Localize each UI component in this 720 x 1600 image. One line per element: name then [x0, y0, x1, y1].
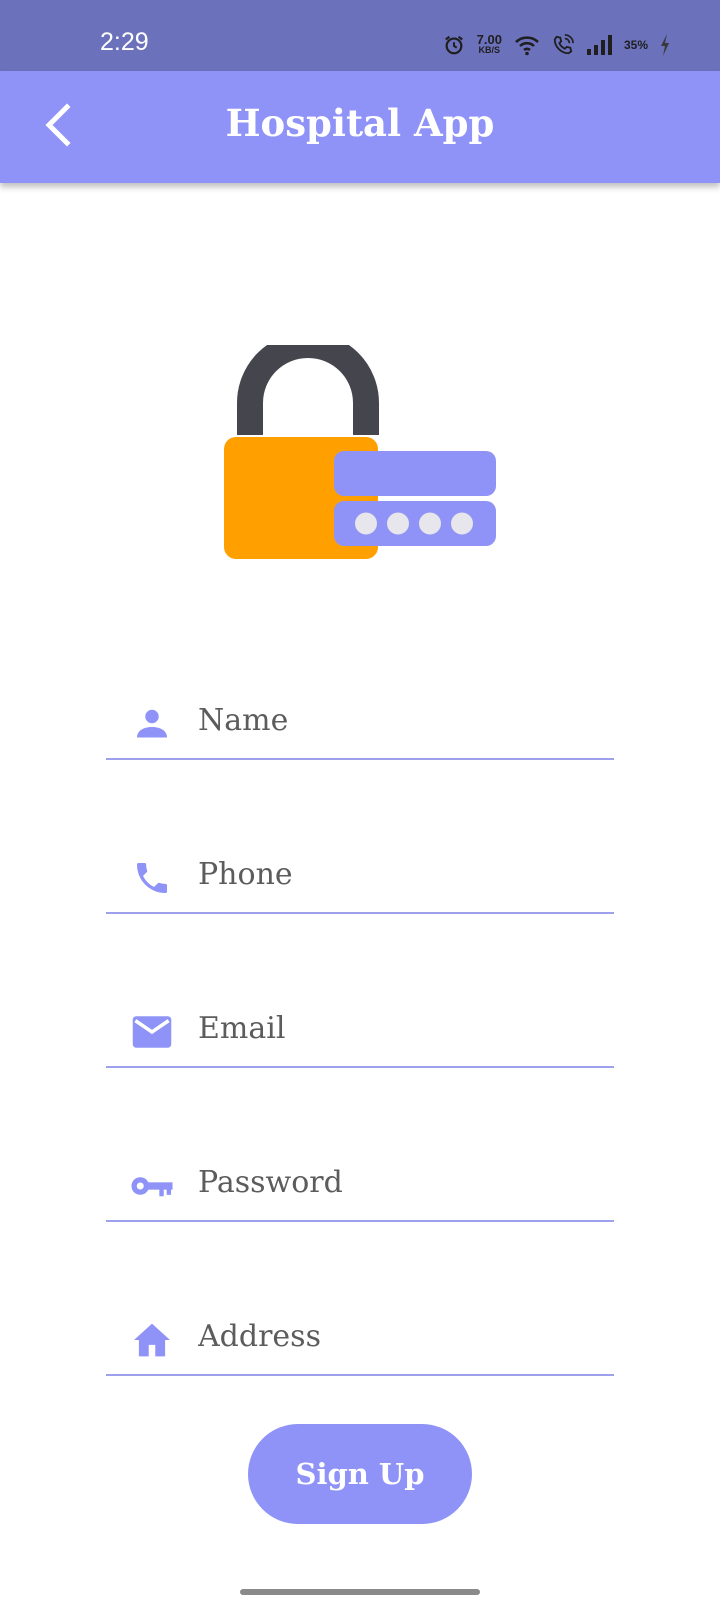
sign-up-button[interactable]: Sign Up — [248, 1424, 472, 1524]
status-time: 2:29 — [100, 28, 149, 56]
signal-icon — [586, 35, 612, 55]
network-speed: 7.00 KB/S — [476, 32, 502, 56]
home-icon — [130, 1318, 174, 1362]
email-field — [106, 984, 614, 1068]
status-bar: 2:29 7.00 KB/S 35% — [0, 0, 720, 71]
name-field — [106, 676, 614, 760]
email-input[interactable] — [198, 1004, 598, 1052]
home-indicator[interactable] — [240, 1589, 480, 1595]
phone-icon — [130, 856, 174, 900]
status-icons: 7.00 KB/S 35% — [443, 30, 670, 60]
name-input[interactable] — [198, 696, 598, 744]
password-input[interactable] — [198, 1158, 598, 1206]
mail-icon — [130, 1010, 174, 1054]
net-speed-unit: KB/S — [478, 45, 501, 55]
address-input[interactable] — [198, 1312, 598, 1360]
password-field — [106, 1138, 614, 1222]
battery-level: 35% — [623, 38, 648, 52]
lock-password-illustration — [220, 332, 500, 565]
battery-charging-icon — [660, 34, 670, 56]
address-field — [106, 1292, 614, 1376]
wifi-icon — [514, 34, 540, 56]
app-bar: Hospital App — [0, 71, 720, 183]
phone-field — [106, 830, 614, 914]
page-title: Hospital App — [225, 101, 495, 145]
key-icon — [130, 1164, 174, 1208]
phone-input[interactable] — [198, 850, 598, 898]
net-speed-value: 7.00 — [476, 32, 502, 47]
wifi-call-icon — [552, 34, 574, 56]
alarm-icon — [443, 34, 465, 56]
person-icon — [130, 702, 174, 746]
